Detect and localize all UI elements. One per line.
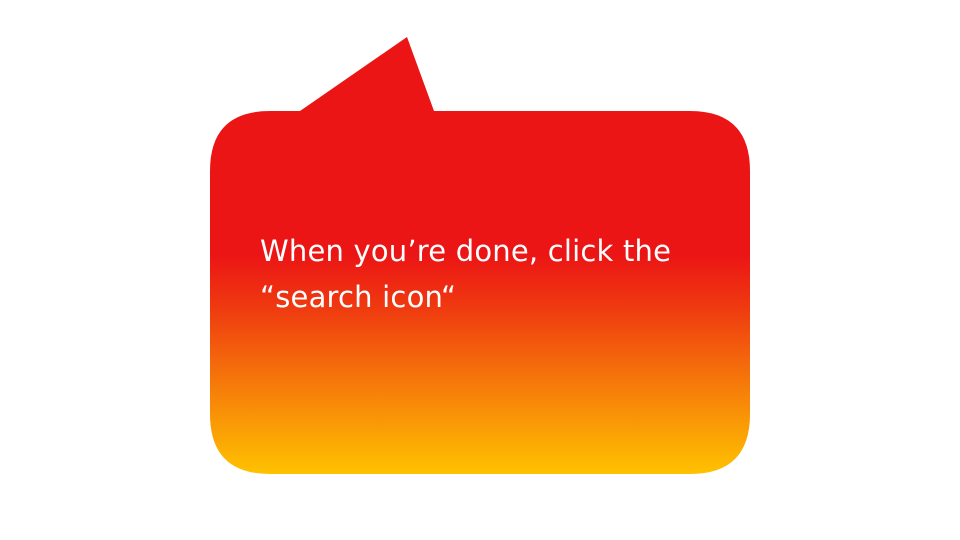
- bubble-message-line-1: When you’re done, click the: [260, 234, 672, 268]
- slide: When you’re done, click the “search icon…: [0, 0, 960, 540]
- bubble-message-line-2: “search icon“: [260, 280, 457, 314]
- bubble-message: When you’re done, click the “search icon…: [260, 228, 720, 320]
